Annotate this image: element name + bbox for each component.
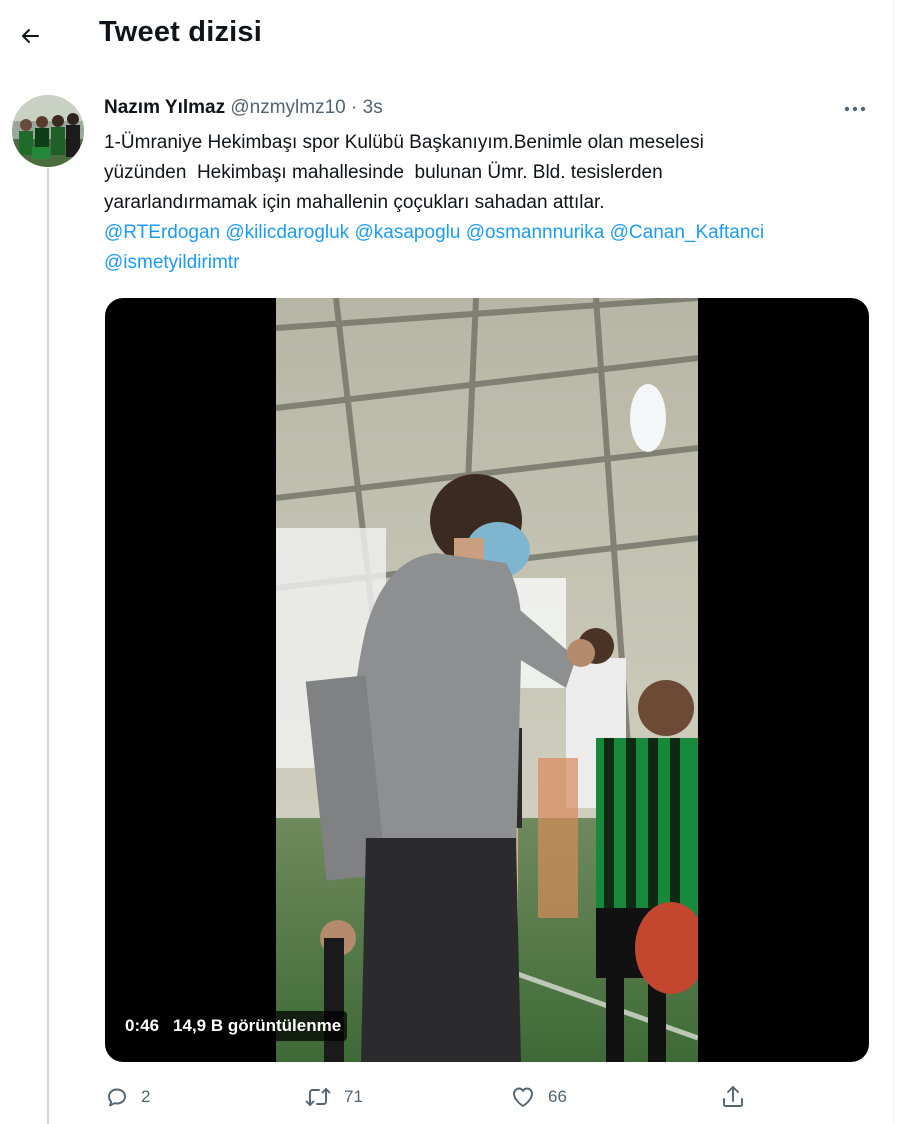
mention-link[interactable]: @osmannnurika: [466, 222, 605, 243]
page-title: Tweet dizisi: [99, 16, 263, 48]
avatar-photo: [12, 95, 84, 167]
page-header: Tweet dizisi: [0, 0, 893, 72]
mention-link[interactable]: @kasapoglu: [355, 222, 461, 243]
tweet-text-line: 1-Ümraniye Hekimbaşı spor Kulübü Başkanı…: [104, 132, 704, 153]
arrow-left-icon: [22, 29, 39, 43]
video-info-badge: 0:46 14,9 B görüntülenme: [119, 1011, 348, 1041]
video-view-count: 14,9 B görüntülenme: [173, 1016, 342, 1035]
tweet-text-line: yüzünden Hekimbaşı mahallesinde bulunan …: [104, 162, 663, 183]
author-handle[interactable]: @nzmylmz10: [230, 97, 345, 118]
like-count: 66: [548, 1087, 567, 1106]
share-icon: [723, 1086, 743, 1107]
back-button[interactable]: [12, 18, 48, 54]
reply-button[interactable]: 2: [105, 1081, 150, 1113]
thread-connector-line: [47, 168, 49, 1124]
retweet-icon: [305, 1088, 331, 1106]
tweet-text: 1-Ümraniye Hekimbaşı spor Kulübü Başkanı…: [104, 128, 884, 278]
reply-icon: [108, 1088, 126, 1107]
mentions-line: @ismetyildirimtr: [104, 248, 884, 278]
video-frame: [276, 298, 698, 1062]
mention-link[interactable]: @RTErdogan: [104, 222, 220, 243]
reply-count: 2: [141, 1087, 151, 1106]
mention-link[interactable]: @Canan_Kaftanci: [610, 222, 765, 243]
tweet-header: Nazım Yılmaz @nzmylmz10 · 3s: [104, 97, 383, 119]
more-horizontal-icon: [844, 106, 866, 112]
meta-separator: ·: [351, 97, 358, 118]
mention-link[interactable]: @kilicdarogluk: [225, 222, 349, 243]
retweet-button[interactable]: 71: [304, 1081, 363, 1113]
tweet-text-line: yararlandırmamak için mahallenin çoçukla…: [104, 192, 605, 213]
heart-icon: [513, 1087, 533, 1107]
video-player[interactable]: 0:46 14,9 B görüntülenme: [105, 298, 869, 1062]
retweet-count: 71: [344, 1087, 363, 1106]
video-duration: 0:46: [125, 1016, 160, 1035]
mentions-line: @RTErdogan @kilicdarogluk @kasapoglu @os…: [104, 218, 884, 248]
column-border: [893, 0, 894, 1124]
share-button[interactable]: [720, 1081, 746, 1113]
tweet-timestamp[interactable]: 3s: [363, 97, 383, 118]
more-options-button[interactable]: [838, 96, 872, 122]
mention-link[interactable]: @ismetyildirimtr: [104, 252, 239, 273]
avatar[interactable]: [12, 95, 84, 167]
like-button[interactable]: 66: [510, 1081, 567, 1113]
author-name[interactable]: Nazım Yılmaz: [104, 97, 225, 118]
